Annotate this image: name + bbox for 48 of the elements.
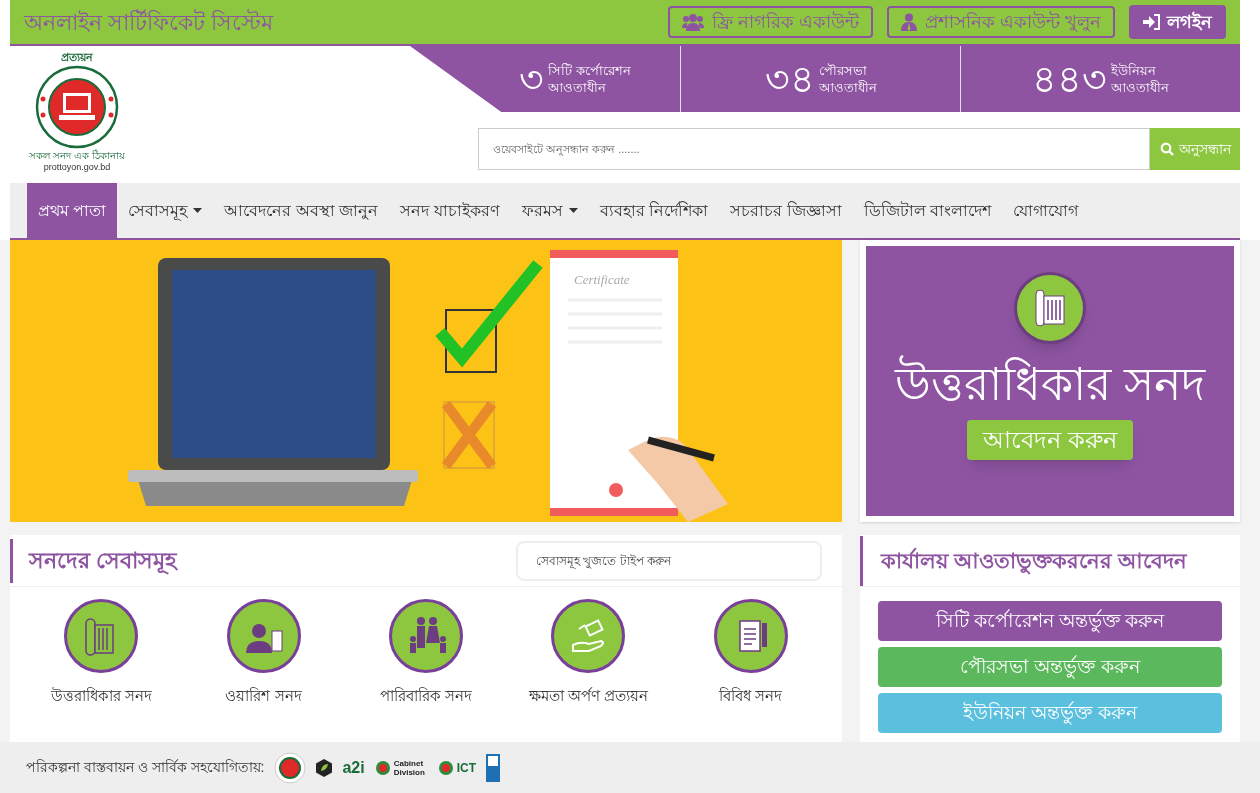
nav-tab[interactable]: প্রথম পাতা [27,183,118,238]
stat-sublabel: আওতাধীন [1111,79,1169,96]
nav-tab[interactable]: সনদ যাচাইকরণ [389,183,511,238]
stat-sublabel: আওতাধীন [818,79,877,96]
stat-label: পৌরসভা [818,62,868,79]
nav-tab[interactable]: সচরাচর জিজ্ঞাসা [719,183,853,238]
site-title: অনলাইন সার্টিফিকেট সিস্টেম [24,8,274,37]
nav-tab[interactable]: যোগাযোগ [1002,183,1090,238]
stat-number: ৩ [519,60,545,98]
search-field[interactable]: ওয়েবসাইটে অনুসন্ধান করুন ....... [478,128,1150,170]
footer-label: পরিকল্পনা বাস্তবায়ন ও সার্বিক সহযোগিতায়: [26,758,265,777]
promo-title: উত্তরাধিকার সনদ [895,356,1205,414]
sign-in-icon [1143,14,1161,30]
logo-title: প্রত্যয়ন [61,52,93,63]
login-button[interactable]: লগইন [1129,5,1226,39]
nav-tab[interactable]: আবেদনের অবস্থা জানুন [213,183,390,238]
service-link[interactable]: ক্ষমতা অর্পণ প্রত্যয়ন [528,685,649,708]
user-tie-icon [901,13,917,31]
nav-tab[interactable]: ব্যবহার নির্দেশিকা [588,183,720,238]
emblem-icon [437,759,454,776]
section-title: কার্যালয় আওতাভুক্তকরনের আবেদন [860,535,1187,586]
nav-tab[interactable]: ফরমস [510,183,589,238]
cabinet-division-logo-text: Cabinet Division [393,758,426,777]
emblem-icon [374,759,391,776]
stat-sublabel: আওতাধীন [548,79,608,96]
logo-url: prottoyon.gov.bd [43,163,111,172]
section-title: সনদের সেবাসমূহ [10,538,178,583]
service-link[interactable]: ওয়ারিশ সনদ [225,685,302,708]
leaf-icon [316,758,333,777]
service-link[interactable]: বিবিধ সনদ [719,685,783,708]
ict-logo-text: ICT [456,761,477,774]
service-link[interactable]: উত্তরাধিকার সনদ [50,685,152,708]
certificate-title: Certificate [574,271,630,289]
stat-number: ৪৪৩ [1032,60,1107,98]
search-icon [1159,142,1174,156]
stat-label: ইউনিয়ন [1111,62,1157,79]
stat-number: ৩৪ [764,60,815,98]
include-office-button[interactable]: সিটি কর্পোরেশন অন্তর্ভুক্ত করুন [878,601,1222,641]
stat-label: সিটি কর্পোরেশন [548,62,631,79]
logo-motto: সকল সনদ এক ঠিকানায় [29,151,125,161]
a2i-logo: a2i [342,759,365,776]
services-search-field[interactable]: সেবাসমূহ খুজতে টাইপ করুন [516,540,822,581]
nav-tab[interactable]: ডিজিটাল বাংলাদেশ [852,183,1003,238]
emblem-icon [274,751,307,784]
service-link[interactable]: পারিবারিক সনদ [379,685,473,708]
nav-tab[interactable]: সেবাসমূহ [117,183,214,238]
people-icon [681,13,704,31]
undp-logo-icon [486,753,501,782]
